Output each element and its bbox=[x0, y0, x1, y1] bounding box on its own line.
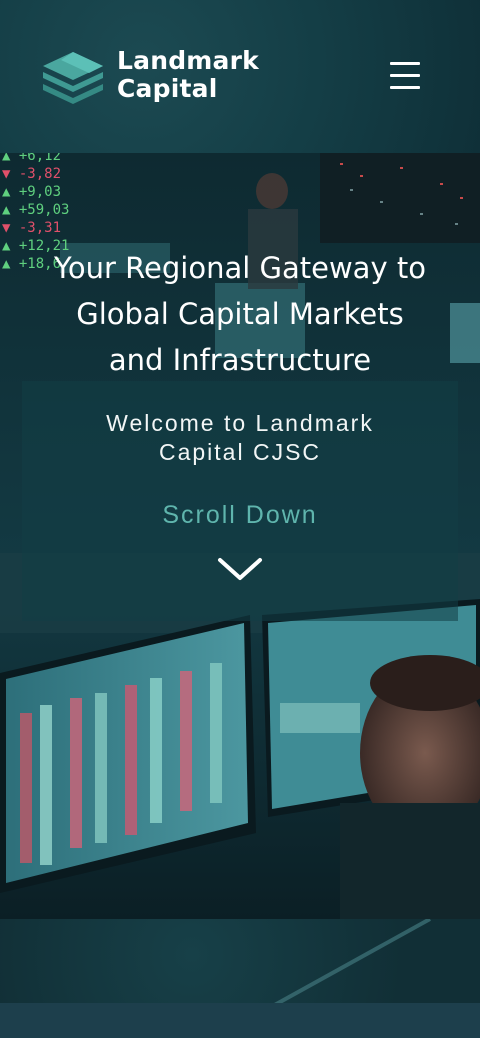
next-section-strip bbox=[0, 1003, 480, 1038]
logo[interactable]: Landmark Capital bbox=[37, 42, 277, 108]
scroll-down-link[interactable]: Scroll Down bbox=[0, 501, 480, 530]
ticker-item: ▲ +59,03 bbox=[2, 202, 70, 218]
ticker-item: ▼ -3,31 bbox=[2, 220, 62, 236]
headline-line3: and Infrastructure bbox=[108, 343, 372, 377]
next-section-background bbox=[0, 919, 480, 1038]
ticker-item: ▲ +6,12 bbox=[2, 153, 62, 164]
brand-name-line1: Landmark bbox=[117, 46, 259, 75]
headline-line1: Your Regional Gateway to bbox=[54, 251, 426, 285]
hamburger-menu-icon[interactable] bbox=[388, 60, 422, 92]
welcome-line1: Welcome to Landmark bbox=[106, 410, 374, 436]
ticker-item: ▼ -3,82 bbox=[2, 166, 62, 182]
chevron-down-icon[interactable] bbox=[217, 557, 263, 581]
hero-headline: Your Regional Gateway to Global Capital … bbox=[0, 245, 480, 383]
site-header: Landmark Capital bbox=[0, 0, 480, 153]
welcome-text: Welcome to Landmark Capital CJSC bbox=[0, 409, 480, 467]
brand-name-line2: Capital bbox=[117, 74, 218, 103]
headline-line2: Global Capital Markets bbox=[76, 297, 404, 331]
ticker-item: ▲ +9,03 bbox=[2, 184, 62, 200]
hero-section: ▲ +6,12 ▼ -3,82 ▲ +9,03 ▲ +59,03 ▼ -3,31… bbox=[0, 153, 480, 919]
logo-mark-icon bbox=[43, 52, 103, 104]
welcome-line2: Capital CJSC bbox=[158, 439, 322, 465]
brand-name: Landmark Capital bbox=[117, 47, 259, 103]
